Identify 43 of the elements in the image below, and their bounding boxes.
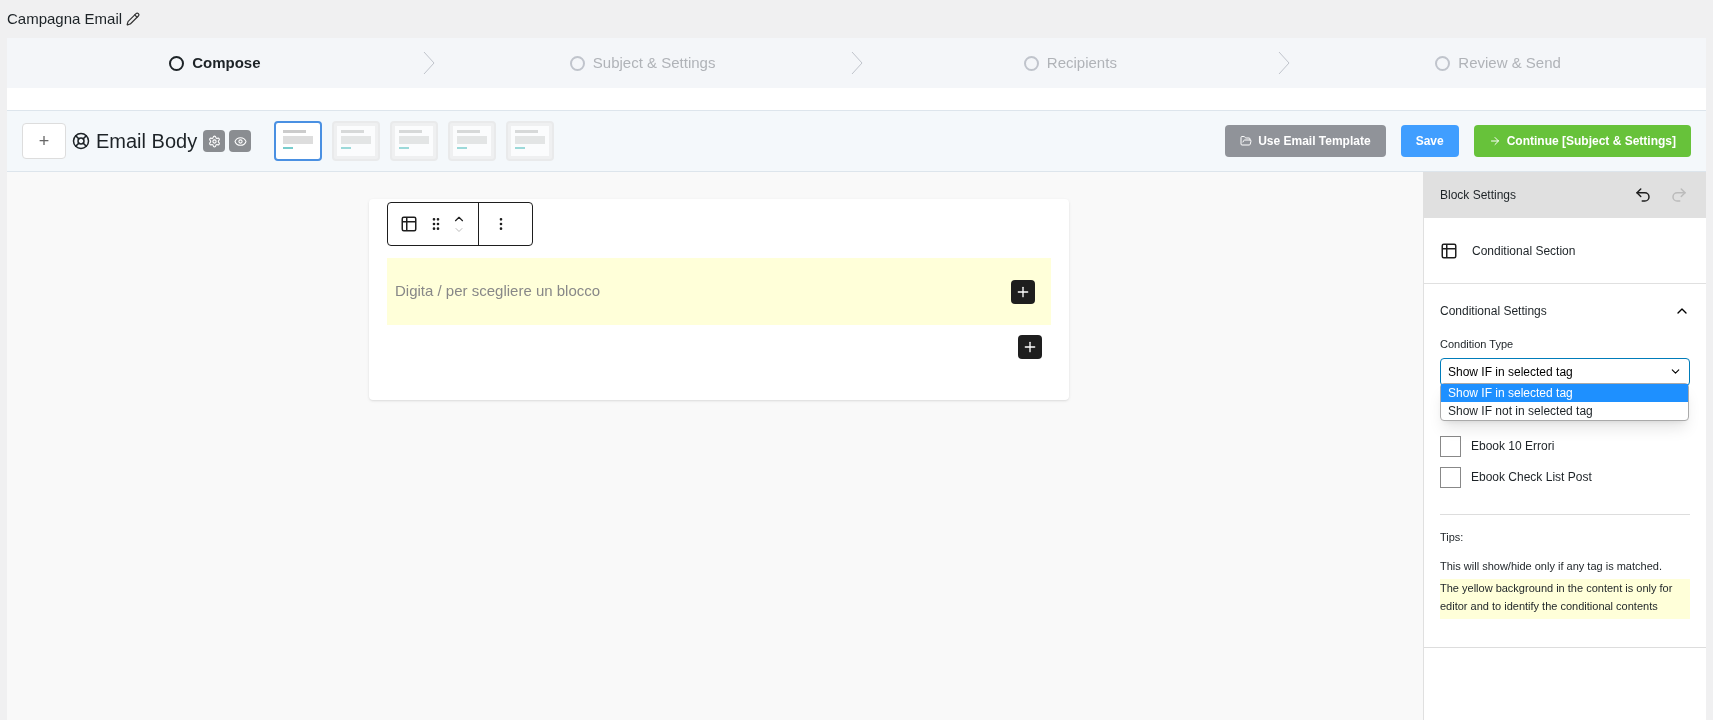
undo-icon[interactable] [1634, 186, 1652, 204]
tag-checkbox[interactable] [1440, 435, 1461, 457]
field-label: Condition Type [1440, 337, 1515, 352]
edit-icon[interactable] [126, 12, 141, 26]
step-tab[interactable]: Subject & Settings [434, 51, 851, 75]
chevron-icon [1278, 51, 1291, 75]
editor-title: Email Body [96, 129, 198, 154]
step-tab[interactable]: Recipients [862, 51, 1279, 75]
continue-button[interactable]: Continue [Subject & Settings] [1473, 125, 1691, 157]
eye-icon [233, 134, 247, 148]
arrow-right-icon [1488, 135, 1501, 147]
dropdown-option[interactable]: Show IF not in selected tag [1441, 402, 1688, 420]
tips-note: The yellow background in the content is only for editor and to identify the conditional contents [1440, 579, 1690, 619]
tag-checkbox[interactable] [1440, 466, 1461, 488]
use-template-button[interactable]: Use Email Template [1225, 125, 1386, 157]
preview-button[interactable] [229, 130, 252, 152]
step-tab[interactable]: Review & Send [1290, 51, 1706, 75]
add-block-button[interactable] [1018, 335, 1042, 359]
block-name: Conditional Section [1472, 242, 1576, 260]
dropdown-option[interactable]: Show IF in selected tag [1441, 384, 1688, 402]
template-thumbnail[interactable] [274, 121, 323, 161]
settings-button[interactable] [203, 130, 226, 152]
section-toggle[interactable]: Conditional Settings [1440, 302, 1690, 320]
tips-text: This will show/hide only if any tag is matched. [1440, 559, 1663, 574]
gear-icon [207, 134, 221, 148]
lifebuoy-icon [72, 132, 90, 150]
tag-label[interactable]: Ebook 10 Errori [1471, 437, 1555, 455]
table-icon[interactable] [400, 215, 418, 233]
add-block-button[interactable] [1011, 279, 1035, 304]
chevron-icon [850, 51, 863, 75]
plus-icon [1022, 339, 1038, 355]
tips-title: Tips: [1440, 529, 1465, 545]
add-block-button[interactable]: + [22, 123, 66, 159]
chevron-icon [422, 51, 435, 75]
step-tab[interactable]: Compose [7, 51, 423, 75]
block-placeholder[interactable]: Digita / per scegliere un blocco [395, 280, 601, 303]
save-button[interactable]: Save [1400, 125, 1459, 157]
section-title: Conditional Settings [1440, 303, 1547, 320]
tag-label[interactable]: Ebook Check List Post [1471, 468, 1592, 486]
table-icon [1440, 241, 1458, 260]
folder-icon [1240, 135, 1253, 147]
page-title: Campagna Email [7, 8, 123, 29]
sidebar-title: Block Settings [1440, 187, 1518, 204]
